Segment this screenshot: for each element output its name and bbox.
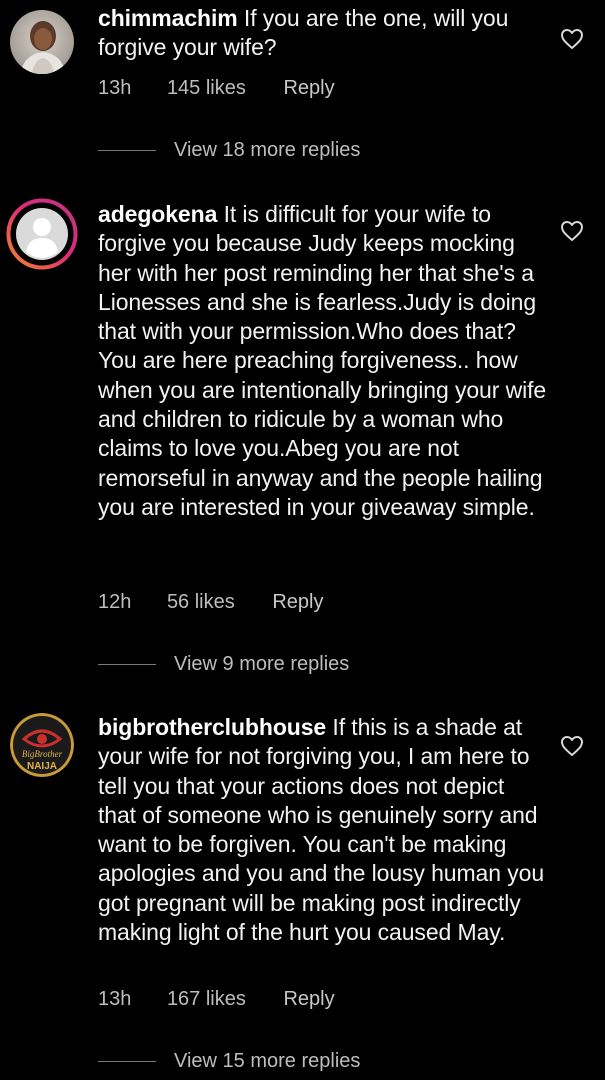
comment-text: bigbrotherclubhouse If this is a shade a… (98, 713, 548, 947)
reply-button[interactable]: Reply (272, 591, 323, 614)
user-photo-avatar-icon (10, 10, 74, 74)
big-brother-naija-logo-icon: BigBrother NAIJA (10, 713, 74, 777)
logo-text-naija: NAIJA (27, 761, 57, 772)
comment-3: BigBrother NAIJA bigbrotherclubhouse If … (0, 705, 605, 1080)
heart-icon[interactable] (560, 735, 584, 757)
view-replies-button[interactable]: View 15 more replies (98, 1048, 360, 1074)
heart-icon[interactable] (560, 28, 584, 50)
comment-meta: 12h 56 likes Reply (98, 591, 323, 614)
view-replies-button[interactable]: View 9 more replies (98, 651, 349, 677)
heart-icon[interactable] (560, 220, 584, 242)
likes-count[interactable]: 56 likes (167, 591, 235, 614)
username[interactable]: adegokena (98, 201, 217, 227)
comment-body: It is difficult for your wife to forgive… (98, 201, 547, 520)
view-replies-label: View 15 more replies (174, 1049, 361, 1072)
comment-text: adegokena It is difficult for your wife … (98, 200, 548, 522)
view-replies-button[interactable]: View 18 more replies (98, 137, 360, 163)
view-replies-label: View 9 more replies (174, 652, 350, 675)
comment-1: chimmachim If you are the one, will you … (0, 0, 605, 180)
avatar[interactable] (6, 198, 78, 270)
replies-divider (98, 663, 156, 665)
reply-button[interactable]: Reply (283, 988, 334, 1011)
likes-count[interactable]: 167 likes (167, 988, 246, 1011)
default-profile-avatar-icon (6, 198, 78, 270)
timestamp: 13h (98, 988, 132, 1010)
reply-button[interactable]: Reply (283, 77, 334, 100)
timestamp: 12h (98, 591, 132, 613)
likes-count[interactable]: 145 likes (167, 77, 246, 100)
comment-2: adegokena It is difficult for your wife … (0, 190, 605, 690)
logo-text-bigbrother: BigBrother (22, 749, 63, 759)
comment-meta: 13h 145 likes Reply (98, 77, 335, 100)
timestamp: 13h (98, 77, 132, 99)
replies-divider (98, 149, 156, 151)
avatar[interactable]: BigBrother NAIJA (10, 713, 74, 777)
view-replies-label: View 18 more replies (174, 138, 361, 161)
comment-body: If this is a shade at your wife for not … (98, 714, 545, 946)
comment-text: chimmachim If you are the one, will you … (98, 4, 548, 63)
username[interactable]: bigbrotherclubhouse (98, 714, 326, 740)
comment-meta: 13h 167 likes Reply (98, 988, 335, 1011)
avatar[interactable] (10, 10, 74, 74)
username[interactable]: chimmachim (98, 5, 238, 31)
replies-divider (98, 1060, 156, 1062)
